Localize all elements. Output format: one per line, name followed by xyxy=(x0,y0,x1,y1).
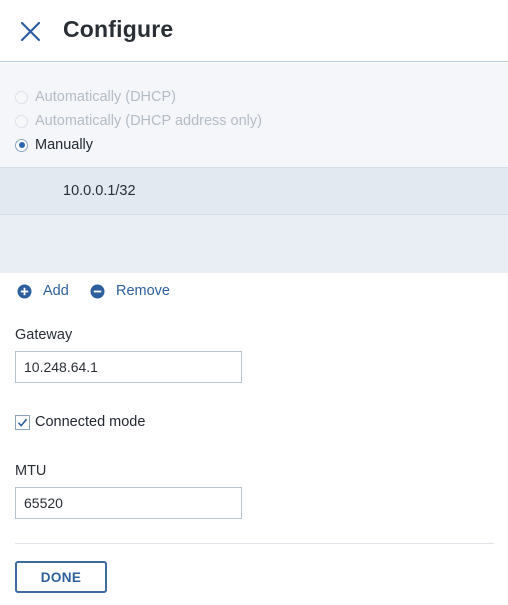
radio-dhcp[interactable]: Automatically (DHCP) xyxy=(15,86,176,108)
gateway-label: Gateway xyxy=(15,327,73,343)
mtu-label: MTU xyxy=(15,463,47,479)
done-button[interactable]: DONE xyxy=(15,561,107,593)
add-label: Add xyxy=(43,283,69,299)
connected-mode-label: Connected mode xyxy=(35,414,146,430)
page-title: Configure xyxy=(63,16,174,42)
minus-circle-icon xyxy=(90,284,105,298)
address-value: 10.0.0.1/32 xyxy=(63,183,136,199)
radio-button[interactable] xyxy=(15,90,28,104)
radio-dhcp-address-only[interactable]: Automatically (DHCP address only) xyxy=(15,110,262,132)
connected-mode-row[interactable]: Connected mode xyxy=(15,414,145,430)
radio-label: Automatically (DHCP address only) xyxy=(35,113,262,129)
radio-manually[interactable]: Manually xyxy=(15,134,93,156)
checkmark-icon xyxy=(17,418,28,427)
list-item[interactable]: 10.0.0.1/32 xyxy=(0,167,508,215)
radio-label: Manually xyxy=(35,137,94,153)
mtu-input[interactable] xyxy=(15,487,242,519)
radio-button[interactable] xyxy=(15,114,28,128)
remove-button[interactable]: Remove xyxy=(90,283,170,299)
radio-label: Automatically (DHCP) xyxy=(35,89,176,105)
connected-mode-checkbox[interactable] xyxy=(15,414,30,430)
remove-label: Remove xyxy=(116,283,170,299)
gateway-input[interactable] xyxy=(15,351,242,383)
settings-section: Add Remove Gateway Connected mode MTU DO… xyxy=(0,273,508,605)
close-icon xyxy=(20,21,41,42)
address-list: 10.0.0.1/32 xyxy=(0,167,508,273)
dialog-header: Configure xyxy=(0,0,508,62)
add-button[interactable]: Add xyxy=(17,283,69,299)
radio-button[interactable] xyxy=(15,138,28,152)
plus-circle-icon xyxy=(17,284,32,298)
close-button[interactable] xyxy=(17,18,45,46)
divider xyxy=(15,543,494,544)
